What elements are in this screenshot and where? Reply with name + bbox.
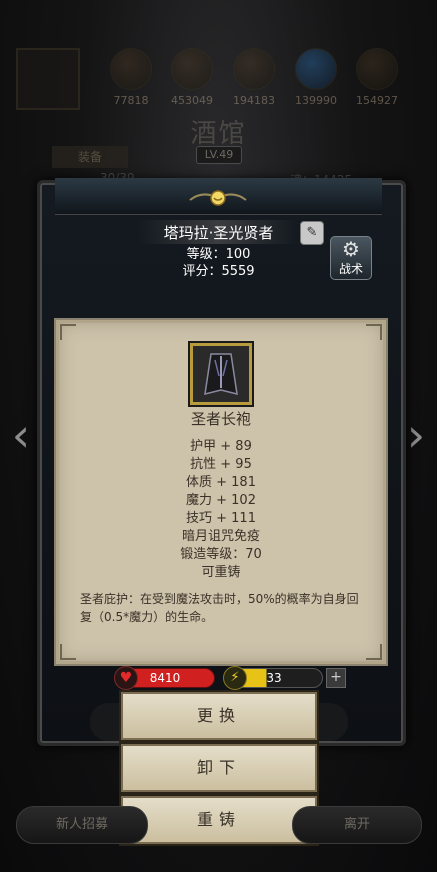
recruit-button[interactable]: 新人招募 (16, 806, 148, 844)
lightning-icon: ⚡ (223, 666, 247, 690)
resource-row: 77818 453049 194183 139990 154927 (0, 44, 437, 114)
resource-coin: 453049 (167, 48, 217, 107)
player-avatar[interactable] (16, 48, 80, 110)
tactic-button[interactable]: ⚙ 战术 (330, 236, 372, 280)
ornament-icon (189, 190, 247, 206)
tab-equipment[interactable]: 装备 (52, 146, 128, 168)
resource-crystal: 194183 (229, 48, 279, 107)
leave-button[interactable]: 离开 (292, 806, 422, 844)
add-energy-button[interactable]: + (326, 668, 346, 688)
tavern-level-badge: LV.49 (196, 146, 242, 164)
panel-corner (366, 644, 382, 660)
attribute-line: 可重铸 (201, 565, 241, 580)
gold-orb-icon (110, 48, 152, 90)
item-name: 圣者长袍 (190, 410, 251, 428)
resource-gem: 139990 (291, 48, 341, 107)
robe-icon (190, 343, 252, 405)
gem-orb-icon (295, 48, 337, 90)
attribute-line: 体质 + 181 (186, 475, 256, 490)
prev-arrow-icon[interactable]: ‹ (6, 410, 36, 460)
tavern-title: 酒馆 (190, 119, 247, 149)
resource-scroll: 154927 (352, 48, 402, 107)
item-attributes: 护甲 + 89 抗性 + 95 体质 + 181 魔力 + 102 技巧 + 1… (54, 438, 388, 582)
coin-orb-icon (171, 48, 213, 90)
tactic-label: 战术 (338, 262, 363, 276)
panel-corner (366, 324, 382, 340)
attribute-line: 护甲 + 89 (190, 439, 252, 454)
crystal-orb-icon (233, 48, 275, 90)
attribute-line: 抗性 + 95 (190, 457, 252, 472)
scroll-orb-icon (356, 48, 398, 90)
attribute-line: 魔力 + 102 (186, 493, 256, 508)
resource-gold: 77818 (106, 48, 156, 107)
replace-button[interactable]: 更换 (121, 692, 317, 740)
unequip-button[interactable]: 卸下 (121, 744, 317, 792)
reforge-button[interactable]: 重铸 (121, 796, 317, 844)
panel-corner (60, 644, 76, 660)
gear-icon: ⚙ (342, 237, 360, 261)
attribute-line: 锻造等级：70 (180, 547, 262, 562)
heart-icon: ♥ (114, 666, 138, 690)
panel-corner (60, 324, 76, 340)
attribute-line: 技巧 + 111 (186, 511, 256, 526)
edit-icon[interactable]: ✎ (300, 221, 324, 245)
attribute-line: 暗月诅咒免疫 (181, 529, 260, 544)
item-description: 圣者庇护：在受到魔法攻击时，50%的概率为自身回复（0.5*魔力）的生命。 (80, 592, 359, 624)
